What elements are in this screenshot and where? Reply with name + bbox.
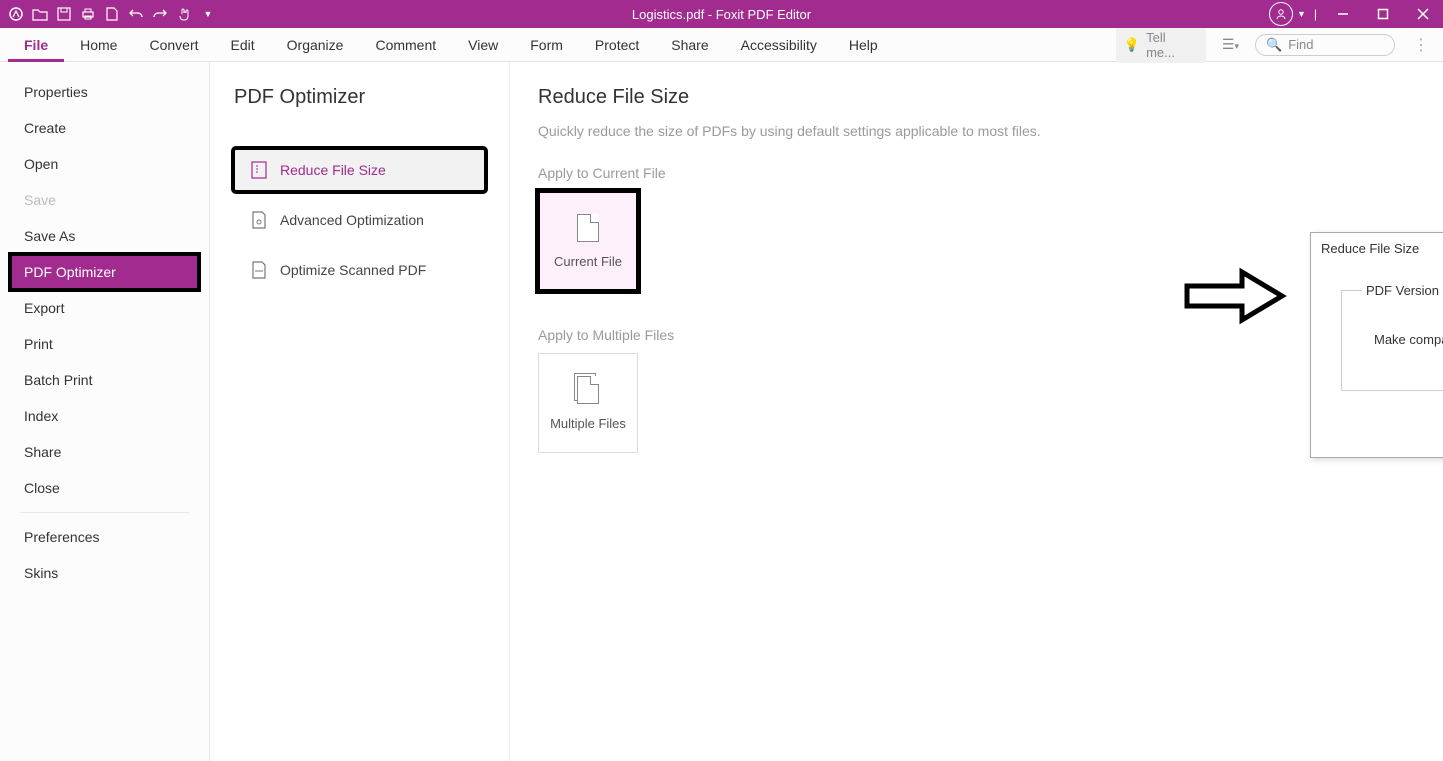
- tab-help[interactable]: Help: [833, 28, 894, 62]
- undo-qat-icon[interactable]: [128, 6, 144, 22]
- tab-share[interactable]: Share: [655, 28, 724, 62]
- doc-scan-icon: [250, 261, 268, 279]
- save-qat-icon[interactable]: [56, 6, 72, 22]
- tab-organize[interactable]: Organize: [271, 28, 360, 62]
- file-menu-sidebar: Properties Create Open Save Save As PDF …: [0, 62, 210, 761]
- tab-comment[interactable]: Comment: [359, 28, 452, 62]
- sidebar-item-save: Save: [0, 182, 209, 218]
- sidebar-item-close[interactable]: Close: [0, 470, 209, 506]
- print-qat-icon[interactable]: [80, 6, 96, 22]
- sidebar-divider: [20, 512, 189, 513]
- quick-access-toolbar: ▼: [0, 6, 216, 22]
- option-optimize-scanned[interactable]: Optimize Scanned PDF: [234, 249, 485, 291]
- user-account-icon[interactable]: [1269, 2, 1293, 26]
- option-scanned-label: Optimize Scanned PDF: [280, 262, 426, 278]
- qat-dropdown-icon[interactable]: ▼: [200, 6, 216, 22]
- sidebar-item-print[interactable]: Print: [0, 326, 209, 362]
- sidebar-item-batch-print[interactable]: Batch Print: [0, 362, 209, 398]
- multi-file-icon: [577, 376, 599, 404]
- fieldset-legend: PDF Version Compatibility: [1362, 283, 1443, 298]
- sidebar-item-create[interactable]: Create: [0, 110, 209, 146]
- sidebar-item-index[interactable]: Index: [0, 398, 209, 434]
- compatibility-fieldset: PDF Version Compatibility Make compatibl…: [1341, 283, 1443, 391]
- window-controls: ▼ |: [1269, 0, 1443, 28]
- open-folder-icon[interactable]: [32, 6, 48, 22]
- tab-edit[interactable]: Edit: [215, 28, 271, 62]
- current-file-button[interactable]: Current File: [538, 191, 638, 291]
- tab-view[interactable]: View: [452, 28, 514, 62]
- find-placeholder: Find: [1288, 37, 1313, 52]
- window-title: Logistics.pdf - Foxit PDF Editor: [632, 7, 811, 22]
- main-area: Properties Create Open Save Save As PDF …: [0, 62, 1443, 761]
- find-input[interactable]: 🔍 Find: [1255, 34, 1395, 56]
- app-logo-icon: [8, 6, 24, 22]
- sidebar-item-preferences[interactable]: Preferences: [0, 519, 209, 555]
- option-advanced-label: Advanced Optimization: [280, 212, 424, 228]
- option-advanced-optimization[interactable]: Advanced Optimization: [234, 199, 485, 241]
- more-options-icon[interactable]: ⋮: [1407, 35, 1435, 55]
- doc-gear-icon: [250, 211, 268, 229]
- close-window-button[interactable]: [1403, 0, 1443, 28]
- hand-tool-qat-icon[interactable]: [176, 6, 192, 22]
- sidebar-item-open[interactable]: Open: [0, 146, 209, 182]
- tab-protect[interactable]: Protect: [579, 28, 655, 62]
- content-title: Reduce File Size: [538, 86, 1415, 109]
- tab-file[interactable]: File: [8, 28, 64, 62]
- multiple-files-label: Multiple Files: [550, 416, 626, 431]
- option-reduce-label: Reduce File Size: [280, 162, 386, 178]
- tab-home[interactable]: Home: [64, 28, 133, 62]
- optimizer-options-sidebar: PDF Optimizer Reduce File Size Advanced …: [210, 62, 510, 761]
- tab-accessibility[interactable]: Accessibility: [725, 28, 833, 62]
- maximize-button[interactable]: [1363, 0, 1403, 28]
- new-doc-qat-icon[interactable]: [104, 6, 120, 22]
- sidebar-item-skins[interactable]: Skins: [0, 555, 209, 591]
- user-dropdown-icon[interactable]: ▼: [1297, 9, 1306, 19]
- content-panel: Reduce File Size Quickly reduce the size…: [510, 62, 1443, 761]
- option-reduce-file-size[interactable]: Reduce File Size: [234, 149, 485, 191]
- search-options-icon[interactable]: ☰▾: [1218, 36, 1243, 53]
- section-current-label: Apply to Current File: [538, 165, 1415, 181]
- content-description: Quickly reduce the size of PDFs by using…: [538, 123, 1415, 139]
- file-icon: [577, 214, 599, 242]
- current-file-label: Current File: [554, 254, 622, 269]
- search-icon: 🔍: [1266, 37, 1282, 53]
- tell-me-placeholder: Tell me...: [1146, 30, 1198, 60]
- ribbon-tabs: File Home Convert Edit Organize Comment …: [0, 28, 1443, 62]
- compress-icon: [250, 161, 268, 179]
- title-bar: ▼ Logistics.pdf - Foxit PDF Editor ▼ |: [0, 0, 1443, 28]
- bulb-icon: 💡: [1124, 37, 1140, 53]
- tab-convert[interactable]: Convert: [133, 28, 214, 62]
- optimizer-title: PDF Optimizer: [234, 86, 485, 109]
- tell-me-search[interactable]: 💡 Tell me...: [1116, 27, 1206, 63]
- sidebar-item-export[interactable]: Export: [0, 290, 209, 326]
- reduce-file-size-dialog: Reduce File Size ✕ PDF Version Compatibi…: [1310, 232, 1443, 458]
- compatibility-label: Make compatible with:: [1374, 332, 1443, 347]
- redo-qat-icon[interactable]: [152, 6, 168, 22]
- arrow-annotation-icon: [1182, 266, 1292, 331]
- dialog-title-text: Reduce File Size: [1321, 241, 1419, 256]
- dialog-titlebar: Reduce File Size ✕: [1311, 233, 1443, 263]
- sidebar-item-share[interactable]: Share: [0, 434, 209, 470]
- sidebar-item-properties[interactable]: Properties: [0, 74, 209, 110]
- multiple-files-button[interactable]: Multiple Files: [538, 353, 638, 453]
- sidebar-item-pdf-optimizer[interactable]: PDF Optimizer: [10, 254, 199, 290]
- sidebar-item-save-as[interactable]: Save As: [0, 218, 209, 254]
- tab-form[interactable]: Form: [514, 28, 579, 62]
- minimize-button[interactable]: [1323, 0, 1363, 28]
